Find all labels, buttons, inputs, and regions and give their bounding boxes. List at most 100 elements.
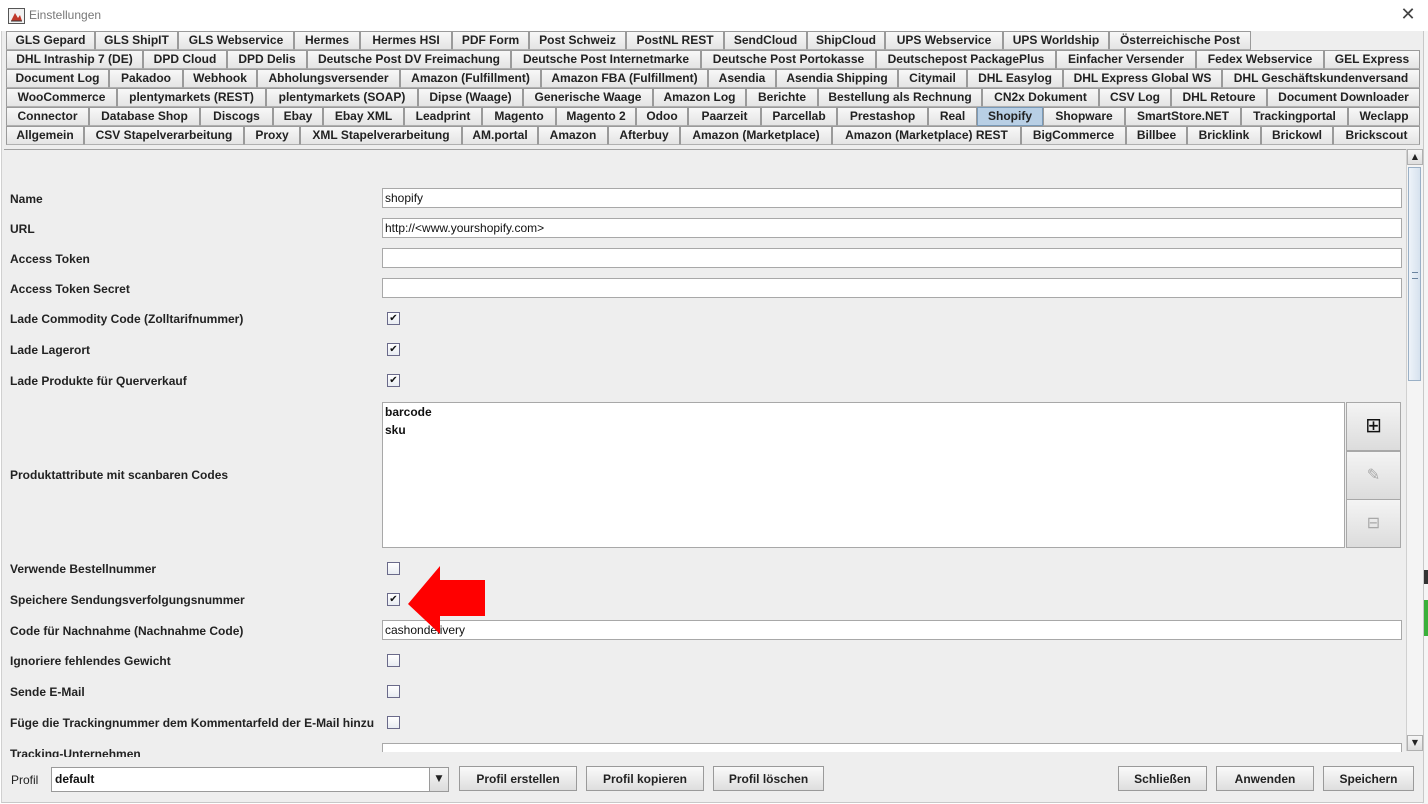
verwende-bestellnummer-checkbox[interactable] — [387, 562, 400, 575]
tab-magento[interactable]: Magento — [482, 107, 556, 126]
tab-bricklink[interactable]: Bricklink — [1187, 126, 1261, 145]
tab-shopify[interactable]: Shopify — [977, 107, 1043, 126]
tab-parcellab[interactable]: Parcellab — [761, 107, 837, 126]
profil-kopieren-button[interactable]: Profil kopieren — [586, 766, 704, 791]
tab-asendia-shipping[interactable]: Asendia Shipping — [776, 69, 898, 88]
tab-xml-stapelverarbeitung[interactable]: XML Stapelverarbeitung — [300, 126, 462, 145]
add-item-button[interactable]: ⊞ — [1346, 402, 1401, 451]
tab-dpd-cloud[interactable]: DPD Cloud — [143, 50, 227, 69]
tab-leadprint[interactable]: Leadprint — [404, 107, 482, 126]
tab-hermes-hsi[interactable]: Hermes HSI — [360, 31, 452, 50]
scroll-up-icon[interactable]: ▲ — [1407, 149, 1423, 165]
url-field[interactable]: http://<www.yourshopify.com> — [382, 218, 1402, 238]
tab-shopware[interactable]: Shopware — [1043, 107, 1125, 126]
tab-brickowl[interactable]: Brickowl — [1261, 126, 1333, 145]
tab-document-log[interactable]: Document Log — [6, 69, 109, 88]
tab-berichte[interactable]: Berichte — [746, 88, 818, 107]
sende-email-checkbox[interactable] — [387, 685, 400, 698]
chevron-down-icon[interactable]: ▼ — [429, 768, 448, 791]
remove-item-button[interactable]: ⊟ — [1346, 499, 1401, 548]
tab-paarzeit[interactable]: Paarzeit — [688, 107, 761, 126]
tab-fedex-webservice[interactable]: Fedex Webservice — [1196, 50, 1324, 69]
speichern-button[interactable]: Speichern — [1323, 766, 1414, 791]
tab-dhl-geschäftskundenversand[interactable]: DHL Geschäftskundenversand — [1222, 69, 1420, 88]
ignoriere-gewicht-checkbox[interactable] — [387, 654, 400, 667]
anwenden-button[interactable]: Anwenden — [1216, 766, 1314, 791]
profil-select[interactable]: default ▼ — [51, 767, 449, 792]
edit-item-button[interactable]: ✎ — [1346, 451, 1401, 500]
tab-amazon-fba-fulfillment[interactable]: Amazon FBA (Fulfillment) — [541, 69, 708, 88]
tab-ebay[interactable]: Ebay — [273, 107, 323, 126]
tab-gls-webservice[interactable]: GLS Webservice — [178, 31, 294, 50]
tab-dpd-delis[interactable]: DPD Delis — [227, 50, 307, 69]
scroll-down-icon[interactable]: ▼ — [1407, 735, 1423, 751]
tab-weclapp[interactable]: Weclapp — [1348, 107, 1420, 126]
list-item[interactable]: barcode — [383, 403, 1344, 421]
tab-asendia[interactable]: Asendia — [708, 69, 776, 88]
tab-plentymarkets-soap[interactable]: plentymarkets (SOAP) — [266, 88, 418, 107]
tab-österreichische-post[interactable]: Österreichische Post — [1109, 31, 1251, 50]
tab-einfacher-versender[interactable]: Einfacher Versender — [1056, 50, 1196, 69]
speichere-sendungsverfolgungsnummer-checkbox[interactable]: ✔ — [387, 593, 400, 606]
tab-csv-stapelverarbeitung[interactable]: CSV Stapelverarbeitung — [84, 126, 244, 145]
tab-ebay-xml[interactable]: Ebay XML — [323, 107, 404, 126]
tab-plentymarkets-rest[interactable]: plentymarkets (REST) — [117, 88, 266, 107]
tab-postnl-rest[interactable]: PostNL REST — [626, 31, 724, 50]
profil-loeschen-button[interactable]: Profil löschen — [713, 766, 824, 791]
schliessen-button[interactable]: Schließen — [1118, 766, 1207, 791]
tab-dhl-easylog[interactable]: DHL Easylog — [967, 69, 1063, 88]
tab-am-portal[interactable]: AM.portal — [462, 126, 538, 145]
tab-brickscout[interactable]: Brickscout — [1333, 126, 1420, 145]
tab-billbee[interactable]: Billbee — [1126, 126, 1187, 145]
access-token-field[interactable] — [382, 248, 1402, 268]
tab-dhl-intraship-7-de[interactable]: DHL Intraship 7 (DE) — [6, 50, 143, 69]
tab-gel-express[interactable]: GEL Express — [1324, 50, 1420, 69]
tab-amazon-marketplace-rest[interactable]: Amazon (Marketplace) REST — [832, 126, 1021, 145]
access-token-secret-field[interactable] — [382, 278, 1402, 298]
profil-erstellen-button[interactable]: Profil erstellen — [459, 766, 577, 791]
tab-bestellung-als-rechnung[interactable]: Bestellung als Rechnung — [818, 88, 982, 107]
tab-smartstore-net[interactable]: SmartStore.NET — [1125, 107, 1241, 126]
tab-webhook[interactable]: Webhook — [183, 69, 257, 88]
tab-amazon[interactable]: Amazon — [538, 126, 608, 145]
tab-sendcloud[interactable]: SendCloud — [724, 31, 807, 50]
tab-magento-2[interactable]: Magento 2 — [556, 107, 636, 126]
tab-ups-webservice[interactable]: UPS Webservice — [885, 31, 1003, 50]
tab-ups-worldship[interactable]: UPS Worldship — [1003, 31, 1109, 50]
tab-trackingportal[interactable]: Trackingportal — [1241, 107, 1348, 126]
produktattribute-list[interactable]: barcode sku — [382, 402, 1345, 548]
lade-commodity-code-checkbox[interactable]: ✔ — [387, 312, 400, 325]
name-field[interactable]: shopify — [382, 188, 1402, 208]
tab-real[interactable]: Real — [928, 107, 977, 126]
tab-connector[interactable]: Connector — [6, 107, 89, 126]
tab-deutsche-post-dv-freimachung[interactable]: Deutsche Post DV Freimachung — [307, 50, 511, 69]
tab-deutsche-post-internetmarke[interactable]: Deutsche Post Internetmarke — [511, 50, 701, 69]
tab-dhl-retoure[interactable]: DHL Retoure — [1171, 88, 1267, 107]
vertical-scrollbar[interactable]: ▲ ▼ — [1406, 149, 1423, 751]
tab-odoo[interactable]: Odoo — [636, 107, 688, 126]
list-item[interactable]: sku — [383, 421, 1344, 439]
fuege-trackingnummer-checkbox[interactable] — [387, 716, 400, 729]
lade-produkte-checkbox[interactable]: ✔ — [387, 374, 400, 387]
tab-woocommerce[interactable]: WooCommerce — [6, 88, 117, 107]
tab-pakadoo[interactable]: Pakadoo — [109, 69, 183, 88]
tab-bigcommerce[interactable]: BigCommerce — [1021, 126, 1126, 145]
tab-generische-waage[interactable]: Generische Waage — [523, 88, 653, 107]
tab-shipcloud[interactable]: ShipCloud — [807, 31, 885, 50]
tab-document-downloader[interactable]: Document Downloader — [1267, 88, 1420, 107]
tab-amazon-log[interactable]: Amazon Log — [653, 88, 746, 107]
lade-lagerort-checkbox[interactable]: ✔ — [387, 343, 400, 356]
tab-allgemein[interactable]: Allgemein — [6, 126, 84, 145]
tab-amazon-fulfillment[interactable]: Amazon (Fulfillment) — [400, 69, 541, 88]
tab-discogs[interactable]: Discogs — [200, 107, 273, 126]
nachnahme-code-field[interactable]: cashondelivery — [382, 620, 1402, 640]
tab-amazon-marketplace[interactable]: Amazon (Marketplace) — [680, 126, 832, 145]
tab-abholungsversender[interactable]: Abholungsversender — [257, 69, 400, 88]
tab-dipse-waage[interactable]: Dipse (Waage) — [418, 88, 523, 107]
tab-hermes[interactable]: Hermes — [294, 31, 360, 50]
scroll-thumb[interactable] — [1408, 167, 1421, 381]
tab-proxy[interactable]: Proxy — [244, 126, 300, 145]
tab-dhl-express-global-ws[interactable]: DHL Express Global WS — [1063, 69, 1222, 88]
tab-afterbuy[interactable]: Afterbuy — [608, 126, 680, 145]
tab-pdf-form[interactable]: PDF Form — [452, 31, 529, 50]
